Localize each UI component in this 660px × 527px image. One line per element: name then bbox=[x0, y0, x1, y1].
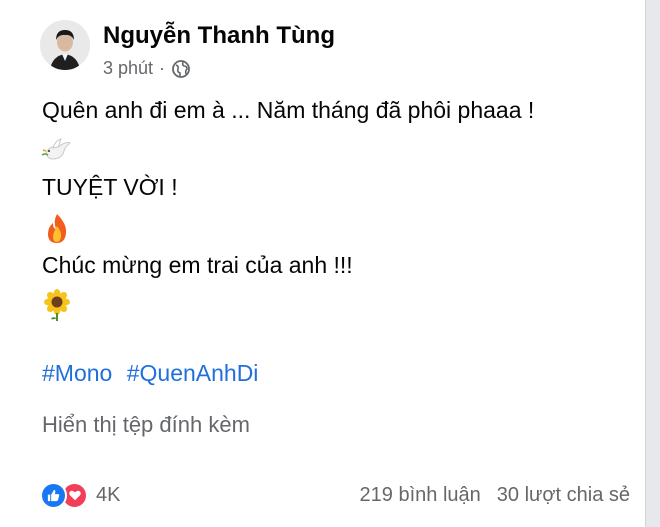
globe-icon[interactable] bbox=[171, 59, 191, 79]
post-text-line-3: Chúc mừng em trai của anh !!! bbox=[42, 252, 353, 278]
show-attachment-link[interactable]: Hiển thị tệp đính kèm bbox=[42, 412, 250, 438]
sunflower-icon bbox=[44, 289, 70, 321]
post-text-line-2: TUYỆT VỜI ! bbox=[42, 174, 178, 200]
avatar-image bbox=[40, 20, 90, 70]
reaction-count: 4K bbox=[96, 483, 121, 506]
post-footer: 4K 219 bình luận 30 lượt chia sẻ bbox=[40, 478, 630, 512]
like-icon bbox=[40, 481, 67, 509]
reactions-summary[interactable]: 4K bbox=[40, 481, 121, 509]
post-card: Nguyễn Thanh Tùng 3 phút · Quên anh đi e… bbox=[0, 0, 646, 527]
fire-icon bbox=[48, 214, 67, 243]
avatar[interactable] bbox=[40, 20, 90, 70]
post-meta: 3 phút · bbox=[103, 58, 191, 79]
hashtag-quenanhdi[interactable]: #QuenAnhDi bbox=[127, 360, 259, 386]
dove-icon bbox=[41, 138, 71, 160]
post-time[interactable]: 3 phút bbox=[103, 58, 153, 79]
post-text-line-1: Quên anh đi em à ... Năm tháng đã phôi p… bbox=[42, 97, 535, 123]
author-name[interactable]: Nguyễn Thanh Tùng bbox=[103, 22, 335, 50]
shares-count[interactable]: 30 lượt chia sẻ bbox=[497, 484, 630, 507]
meta-separator: · bbox=[159, 58, 166, 78]
hashtag-mono[interactable]: #Mono bbox=[42, 360, 112, 386]
comments-count[interactable]: 219 bình luận bbox=[360, 484, 481, 507]
hashtags: #Mono #QuenAnhDi bbox=[42, 360, 266, 387]
